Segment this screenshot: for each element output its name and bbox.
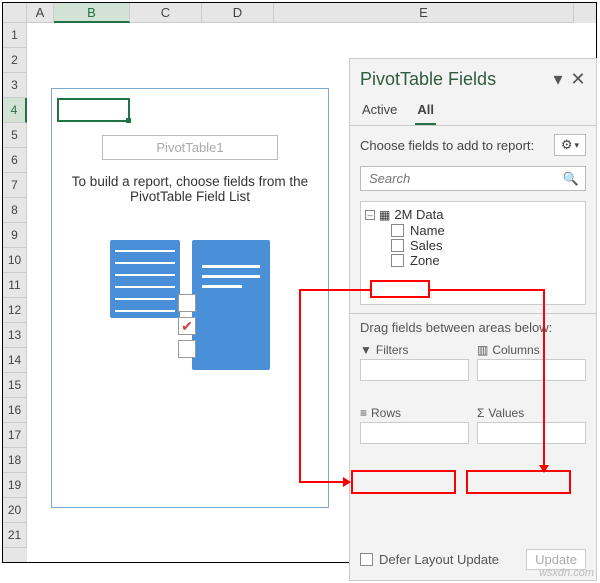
report-illustration-icon: ✔: [70, 240, 310, 370]
fields-tabs: Active All: [350, 94, 596, 126]
row-header[interactable]: 5: [3, 123, 27, 148]
tab-all[interactable]: All: [415, 98, 436, 125]
table-graphic-icon: [110, 240, 180, 318]
row-header[interactable]: 18: [3, 448, 27, 473]
tools-dropdown[interactable]: ⚙ ▾: [554, 134, 586, 156]
filters-label: Filters: [376, 343, 409, 357]
sigma-icon: Σ: [477, 406, 484, 420]
row-headers: 1 2 3 4 5 6 7 8 9 10 11 12 13 14 15 16 1…: [3, 23, 27, 562]
row-header[interactable]: 1: [3, 23, 27, 48]
row-header[interactable]: 14: [3, 348, 27, 373]
pivottable-fields-pane: PivotTable Fields ▾ ✕ Active All Choose …: [349, 58, 597, 581]
defer-label: Defer Layout Update: [379, 552, 499, 567]
row-header[interactable]: 4: [3, 98, 27, 123]
field-item-sales[interactable]: Sales: [365, 238, 581, 253]
row-header[interactable]: 15: [3, 373, 27, 398]
field-label: Sales: [410, 238, 443, 253]
values-dropzone[interactable]: [477, 422, 586, 444]
rows-icon: ≡: [360, 406, 367, 420]
defer-checkbox[interactable]: [360, 553, 373, 566]
row-header[interactable]: 10: [3, 248, 27, 273]
row-header[interactable]: 17: [3, 423, 27, 448]
row-header[interactable]: 6: [3, 148, 27, 173]
checkbox-graphic-icon: [178, 294, 196, 312]
column-headers: A B C D E: [3, 3, 596, 23]
search-field[interactable]: [367, 170, 563, 187]
pane-title: PivotTable Fields: [360, 69, 548, 90]
field-item-zone[interactable]: Zone: [365, 253, 581, 268]
drag-areas-label: Drag fields between areas below:: [350, 313, 596, 341]
col-header-C[interactable]: C: [130, 3, 202, 23]
search-input[interactable]: 🔍: [360, 166, 586, 191]
columns-dropzone[interactable]: [477, 359, 586, 381]
row-header[interactable]: 8: [3, 198, 27, 223]
row-header[interactable]: 3: [3, 73, 27, 98]
pivottable-name: PivotTable1: [102, 135, 278, 160]
watermark: wsxdn.com: [539, 567, 594, 579]
select-all-corner[interactable]: [3, 3, 27, 23]
collapse-icon[interactable]: –: [365, 210, 375, 220]
row-header[interactable]: 19: [3, 473, 27, 498]
active-cell[interactable]: [57, 98, 130, 122]
field-item-name[interactable]: Name: [365, 223, 581, 238]
rows-dropzone[interactable]: [360, 422, 469, 444]
close-icon[interactable]: ✕: [568, 70, 588, 90]
field-label: Zone: [410, 253, 440, 268]
field-label: Name: [410, 223, 445, 238]
chevron-down-icon: ▾: [574, 140, 579, 151]
columns-icon: ▥: [477, 343, 488, 357]
row-header[interactable]: 13: [3, 323, 27, 348]
checkbox-icon[interactable]: [391, 224, 404, 237]
rows-area[interactable]: ≡ Rows: [360, 406, 469, 461]
row-header[interactable]: 7: [3, 173, 27, 198]
pivottable-placeholder: PivotTable1 To build a report, choose fi…: [51, 88, 329, 508]
row-header[interactable]: 16: [3, 398, 27, 423]
col-header-B[interactable]: B: [54, 3, 130, 23]
table-name: 2M Data: [394, 207, 443, 222]
row-header[interactable]: 21: [3, 523, 27, 548]
checklist-graphic-icon: ✔: [192, 240, 270, 370]
rows-label: Rows: [371, 406, 401, 420]
gear-icon: ⚙: [561, 137, 573, 153]
col-header-A[interactable]: A: [27, 3, 54, 23]
pivottable-instruction: To build a report, choose fields from th…: [70, 174, 310, 204]
row-header[interactable]: 9: [3, 223, 27, 248]
values-label: Values: [488, 406, 524, 420]
search-icon: 🔍: [563, 171, 579, 187]
row-header[interactable]: 20: [3, 498, 27, 523]
checkbox-checked-graphic-icon: ✔: [178, 317, 196, 335]
row-header[interactable]: 2: [3, 48, 27, 73]
chevron-down-icon[interactable]: ▾: [548, 70, 568, 90]
filter-icon: ▼: [360, 343, 372, 357]
columns-area[interactable]: ▥ Columns: [477, 343, 586, 398]
checkbox-graphic-icon: [178, 340, 196, 358]
row-header[interactable]: 11: [3, 273, 27, 298]
columns-label: Columns: [492, 343, 539, 357]
row-header[interactable]: 12: [3, 298, 27, 323]
table-node[interactable]: – ▦ 2M Data: [365, 206, 581, 223]
filters-area[interactable]: ▼ Filters: [360, 343, 469, 398]
col-header-E[interactable]: E: [274, 3, 574, 23]
col-header-D[interactable]: D: [202, 3, 274, 23]
fields-tree: – ▦ 2M Data Name Sales Zone: [360, 201, 586, 305]
values-area[interactable]: Σ Values: [477, 406, 586, 461]
filters-dropzone[interactable]: [360, 359, 469, 381]
checkbox-icon[interactable]: [391, 254, 404, 267]
table-icon: ▦: [379, 208, 390, 222]
tab-active[interactable]: Active: [360, 98, 399, 125]
choose-fields-label: Choose fields to add to report:: [360, 138, 554, 153]
checkbox-icon[interactable]: [391, 239, 404, 252]
